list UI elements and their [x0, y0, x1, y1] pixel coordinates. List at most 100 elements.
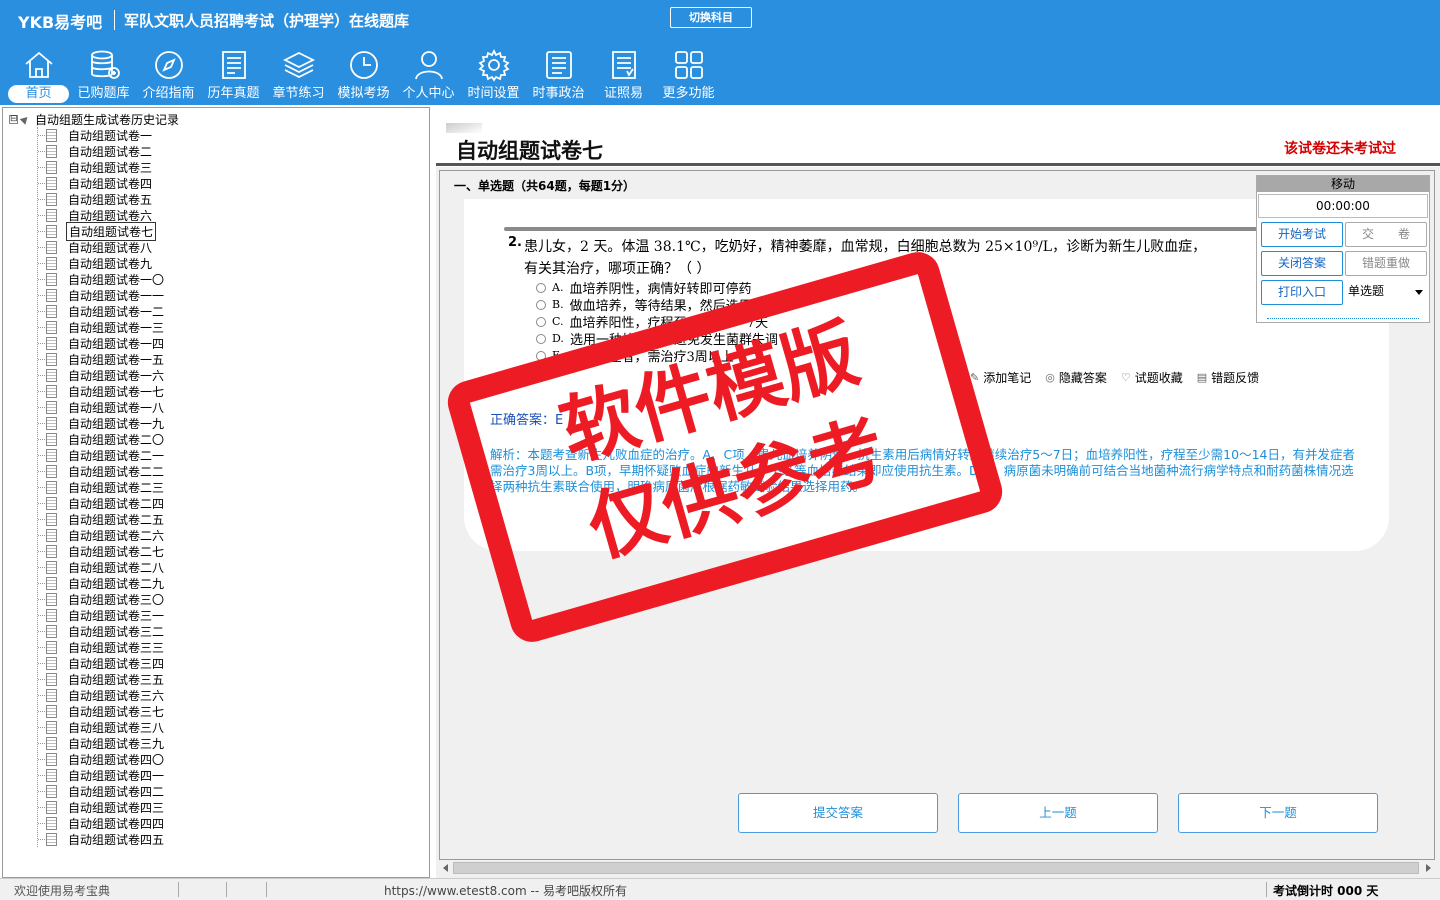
horizontal-scrollbar[interactable] [439, 860, 1435, 876]
tree-item[interactable]: 自动组题试卷三七 [38, 703, 166, 719]
nav-current-affairs[interactable]: 时事政治 [526, 44, 591, 104]
tree-item[interactable]: 自动组题试卷三〇 [38, 591, 166, 607]
tree-list: 自动组题试卷一 自动组题试卷二 自动组题试卷三 自动组题试卷四 自动组题试卷五 自动组题试… [37, 127, 166, 847]
option-b[interactable]: B. 做血培养，等待结果，然后选用抗生素 [536, 296, 791, 314]
nav-home[interactable]: 首页 [6, 44, 71, 104]
scroll-left-icon[interactable] [443, 864, 448, 872]
favorite-button[interactable]: ♡ 试题收藏 [1121, 369, 1183, 386]
radio-button[interactable] [536, 350, 546, 361]
tree-item[interactable]: 自动组题试卷三九 [38, 735, 166, 751]
tree-item[interactable]: 自动组题试卷三二 [38, 623, 166, 639]
nav-mock-exam[interactable]: 模拟考场 [331, 44, 396, 104]
prev-question-button[interactable]: 上一题 [958, 793, 1158, 833]
document-icon [46, 576, 57, 590]
tree-root[interactable]: ⊟ 自动组题生成试卷历史记录 [9, 111, 179, 127]
tree-item[interactable]: 自动组题试卷四三 [38, 799, 166, 815]
collapse-icon[interactable]: ⊟ [9, 114, 18, 124]
tree-item[interactable]: 自动组题试卷一 [38, 127, 166, 143]
start-exam-button[interactable]: 开始考试 [1261, 222, 1343, 247]
tree-item[interactable]: 自动组题试卷三 [38, 159, 166, 175]
document-icon [46, 768, 57, 782]
tree-item[interactable]: 自动组题试卷三一 [38, 607, 166, 623]
tree-item[interactable]: 自动组题试卷二九 [38, 575, 166, 591]
nav-personal-center[interactable]: 个人中心 [396, 44, 461, 104]
tree-item[interactable]: 自动组题试卷四〇 [38, 751, 166, 767]
submit-answer-button[interactable]: 提交答案 [738, 793, 938, 833]
tree-item[interactable]: 自动组题试卷四五 [38, 831, 166, 847]
tree-item[interactable]: 自动组题试卷一二 [38, 303, 166, 319]
clock-icon [350, 51, 378, 79]
nav-guide[interactable]: 介绍指南 [136, 44, 201, 104]
tree-item[interactable]: 自动组题试卷三四 [38, 655, 166, 671]
tree-item[interactable]: 自动组题试卷三五 [38, 671, 166, 687]
correct-answer: 正确答案：E [490, 413, 564, 428]
tree-item[interactable]: 自动组题试卷二二 [38, 463, 166, 479]
question-scroll-area[interactable]: 一、单选题（共64题，每题1分） 2. 患儿女，2 天。体温 38.1℃，吃奶好… [439, 170, 1435, 860]
tree-item[interactable]: 自动组题试卷一五 [38, 351, 166, 367]
document-icon [46, 192, 57, 206]
tree-item[interactable]: 自动组题试卷二四 [38, 495, 166, 511]
nav-certificate[interactable]: 证照易 [591, 44, 656, 104]
switch-subject-button[interactable]: 切换科目 [670, 7, 752, 28]
radio-button[interactable] [536, 299, 546, 310]
nav-purchased[interactable]: 已购题库 [71, 44, 136, 104]
tree-item[interactable]: 自动组题试卷二 [38, 143, 166, 159]
tree-item[interactable]: 自动组题试卷二五 [38, 511, 166, 527]
tree-item[interactable]: 自动组题试卷四 [38, 175, 166, 191]
tree-item[interactable]: 自动组题试卷一六 [38, 367, 166, 383]
hide-answer-button[interactable]: ◎ 隐藏答案 [1045, 369, 1107, 386]
option-d[interactable]: D. 选用一种抗生素，避免发生菌群失调 [536, 330, 791, 348]
tree-item[interactable]: 自动组题试卷二八 [38, 559, 166, 575]
panel-move-handle[interactable]: 移动 [1257, 176, 1429, 192]
tree-item[interactable]: 自动组题试卷一三 [38, 319, 166, 335]
tree-item[interactable]: 自动组题试卷一四 [38, 335, 166, 351]
nav-chapter-practice[interactable]: 章节练习 [266, 44, 331, 104]
nav-past-exams[interactable]: 历年真题 [201, 44, 266, 104]
feedback-icon: ▤ [1196, 371, 1208, 384]
radio-button[interactable] [536, 316, 546, 327]
tree-item[interactable]: 自动组题试卷二六 [38, 527, 166, 543]
tree-item[interactable]: 自动组题试卷一〇 [38, 271, 166, 287]
close-answer-button[interactable]: 关闭答案 [1261, 251, 1343, 276]
option-e[interactable]: E. 有并发症者，需治疗3周以上 [536, 347, 791, 365]
tree-item[interactable]: 自动组题试卷七 [38, 221, 166, 241]
nav-more[interactable]: 更多功能 [656, 44, 721, 104]
tree-item[interactable]: 自动组题试卷三八 [38, 719, 166, 735]
tree-item[interactable]: 自动组题试卷二〇 [38, 431, 166, 447]
radio-button[interactable] [536, 333, 546, 344]
next-question-button[interactable]: 下一题 [1178, 793, 1378, 833]
feedback-button[interactable]: ▤ 错题反馈 [1197, 369, 1259, 386]
print-button[interactable]: 打印入口 [1261, 280, 1343, 305]
tree-item[interactable]: 自动组题试卷一一 [38, 287, 166, 303]
document-icon [46, 368, 57, 382]
tree-item[interactable]: 自动组题试卷三三 [38, 639, 166, 655]
tree-item[interactable]: 自动组题试卷四一 [38, 767, 166, 783]
nav-label: 首页 [8, 85, 69, 103]
option-a[interactable]: A. 血培养阴性，病情好转即可停药 [536, 279, 791, 297]
tree-item[interactable]: 自动组题试卷四二 [38, 783, 166, 799]
tree-item[interactable]: 自动组题试卷九 [38, 255, 166, 271]
tree-item[interactable]: 自动组题试卷一九 [38, 415, 166, 431]
question-type-select[interactable]: 单选题 [1345, 280, 1427, 305]
radio-button[interactable] [536, 282, 546, 293]
document-icon [46, 336, 57, 350]
redo-wrong-button[interactable]: 错题重做 [1345, 251, 1427, 276]
nav-time-settings[interactable]: 时间设置 [461, 44, 526, 104]
tree-item[interactable]: 自动组题试卷八 [38, 239, 166, 255]
tree-item-label: 自动组题试卷二〇 [68, 432, 165, 447]
tree-item[interactable]: 自动组题试卷一八 [38, 399, 166, 415]
option-key: E. [552, 349, 564, 362]
scroll-right-icon[interactable] [1426, 864, 1431, 872]
tree-item[interactable]: 自动组题试卷一七 [38, 383, 166, 399]
add-note-button[interactable]: ✎ 添加笔记 [970, 369, 1031, 386]
tree-item[interactable]: 自动组题试卷三六 [38, 687, 166, 703]
tree-item[interactable]: 自动组题试卷五 [38, 191, 166, 207]
submit-paper-button[interactable]: 交 卷 [1345, 222, 1427, 247]
tree-item[interactable]: 自动组题试卷二七 [38, 543, 166, 559]
status-welcome: 欢迎使用易考宝典 [14, 884, 111, 898]
tree-item[interactable]: 自动组题试卷四四 [38, 815, 166, 831]
scrollbar-thumb[interactable] [453, 862, 1419, 874]
option-c[interactable]: C. 血培养阳性，疗程至少需要5～7天 [536, 313, 791, 331]
tree-item[interactable]: 自动组题试卷二三 [38, 479, 166, 495]
tree-item[interactable]: 自动组题试卷二一 [38, 447, 166, 463]
